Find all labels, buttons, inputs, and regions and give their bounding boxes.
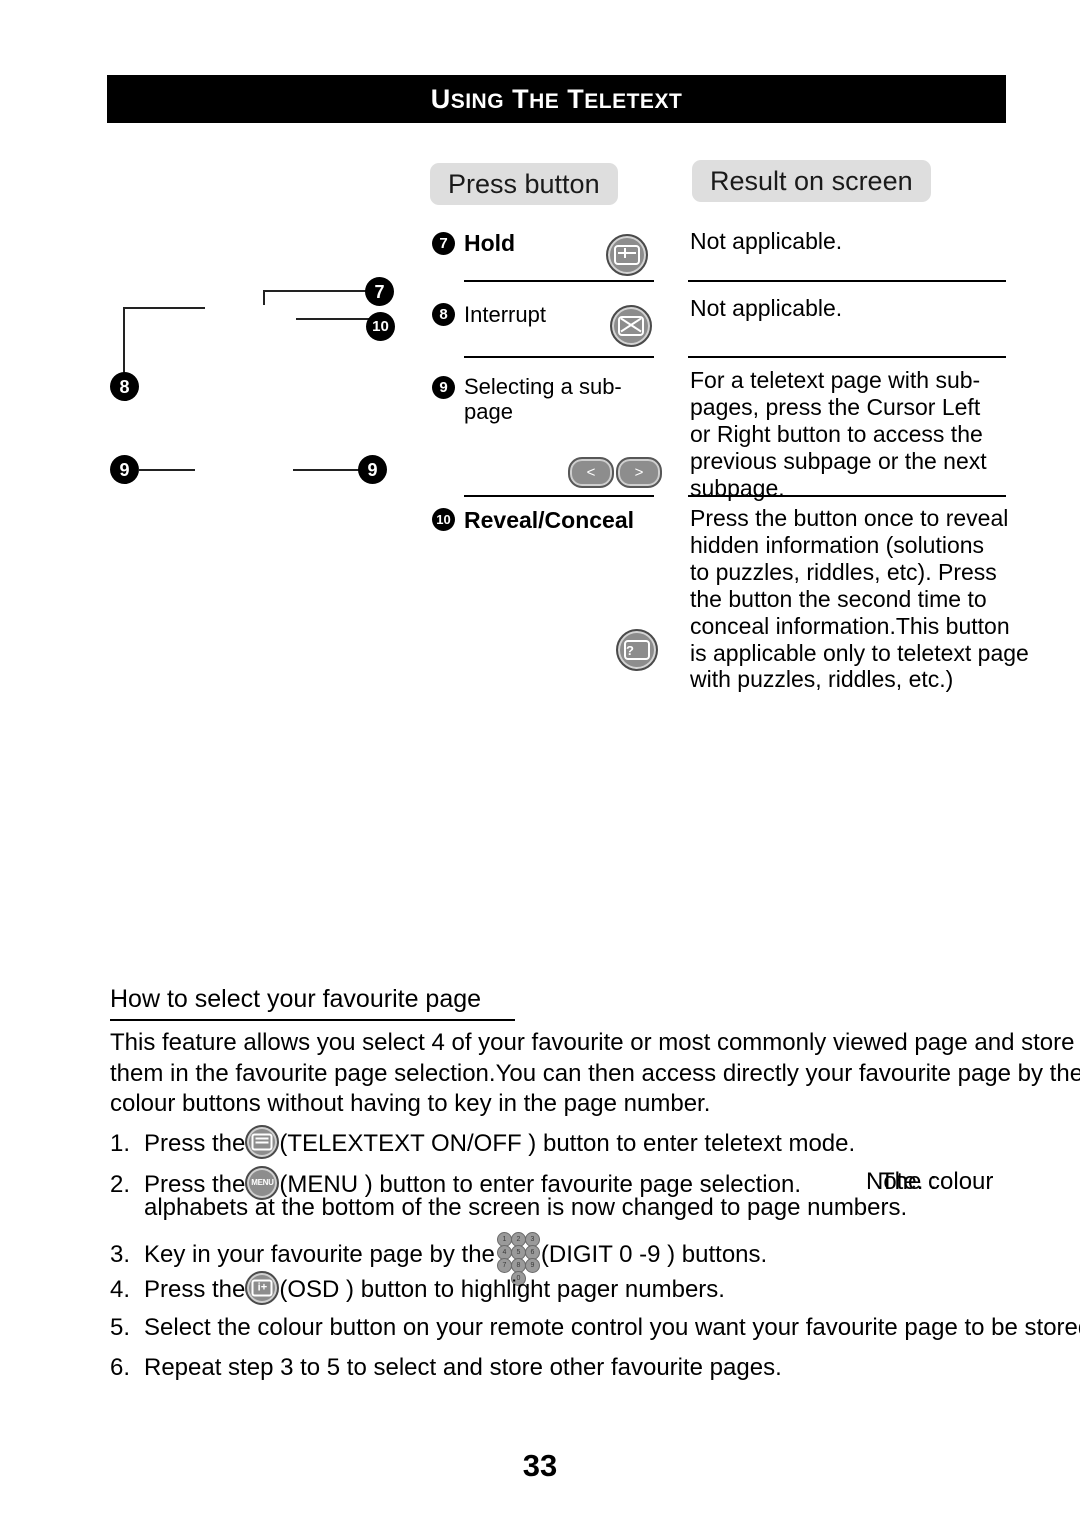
step-3-number: 3. — [110, 1241, 131, 1268]
callout-leader-8-horizontal — [123, 307, 205, 309]
step-1-text-after: (TELEXTEXT ON/OFF ) button to enter tele… — [279, 1130, 856, 1157]
row-divider — [464, 356, 654, 358]
step-4-number: 4. — [110, 1276, 131, 1303]
favourite-section: How to select your favourite page — [110, 985, 1080, 1021]
callout-leader-9-left — [138, 469, 195, 471]
callout-leader-7-tick — [263, 290, 265, 305]
callout-leader-7 — [263, 290, 375, 292]
step-6-number: 6. — [110, 1354, 131, 1381]
step-2-tail-text: The colour — [880, 1168, 994, 1195]
interrupt-icon — [610, 305, 652, 347]
callout-10: 10 — [366, 312, 395, 341]
step-1-text-before: Press the — [144, 1130, 246, 1157]
callout-8: 8 — [110, 372, 139, 401]
step-2-number: 2. — [110, 1171, 131, 1198]
row-index-8: 8 — [432, 303, 455, 326]
row-label-hold: Hold — [464, 230, 516, 256]
step-1-number: 1. — [110, 1130, 131, 1157]
row-index-9: 9 — [432, 376, 455, 399]
row-label-interrupt: Interrupt — [464, 302, 546, 327]
hold-icon — [606, 234, 648, 276]
step-4: 4. Press the i+ (OSD ) button to highlight … — [110, 1271, 725, 1305]
cursor-right-icon: > — [616, 457, 662, 488]
step-3-text-before: Key in your favourite page by the — [144, 1241, 495, 1268]
cursor-left-icon: < — [568, 457, 614, 488]
row-divider — [688, 280, 1006, 282]
page-number: 33 — [522, 1448, 558, 1483]
callout-diagram: 7 10 8 9 9 — [0, 0, 420, 520]
favourite-section-paragraph: This feature allows you select 4 of your… — [110, 1029, 1080, 1118]
row-index-7: 7 — [432, 232, 455, 255]
step-4-text-after: (OSD ) button to highlight pager numbers… — [279, 1276, 725, 1303]
row-label-selecting-subpage: Selecting a sub- page — [464, 374, 622, 425]
row-divider — [464, 280, 654, 282]
row-divider — [688, 356, 1006, 358]
callout-9-left: 9 — [110, 455, 139, 484]
row-result-10: Press the button once to reveal hidden i… — [690, 505, 1029, 693]
callout-leader-9-right — [293, 469, 363, 471]
osd-icon: i+ — [245, 1271, 280, 1305]
step-3-text-after: (DIGIT 0 -9 ) buttons. — [540, 1241, 768, 1268]
step-1: 1. Press the (TELEXTEXT ON/OFF ) button to… — [110, 1125, 855, 1159]
step-5-text: Select the colour button on your remote … — [144, 1314, 1080, 1341]
row-divider — [464, 495, 654, 497]
callout-leader-8-vertical — [123, 307, 125, 375]
step-6: 6. Repeat step 3 to 5 to select and store… — [110, 1352, 782, 1383]
callout-7: 7 — [365, 277, 394, 306]
row-result-7: Not applicable. — [690, 228, 843, 254]
step-4-text-before: Press the — [144, 1276, 246, 1303]
step-6-text: Repeat step 3 to 5 to select and store o… — [144, 1354, 782, 1381]
step-5: 5. Select the colour button on your remot… — [110, 1312, 1080, 1343]
row-index-10: 10 — [432, 508, 455, 531]
row-divider — [688, 495, 1006, 497]
callout-9-right: 9 — [358, 455, 387, 484]
favourite-section-heading: How to select your favourite page — [110, 985, 516, 1021]
row-label-reveal-conceal: Reveal/Conceal — [464, 507, 635, 533]
row-result-9: For a teletext page with sub- pages, pre… — [690, 367, 987, 501]
teletext-on-off-icon — [245, 1125, 280, 1159]
row-result-8: Not applicable. — [690, 295, 843, 321]
reveal-conceal-icon: ? — [616, 629, 658, 671]
step-2-line2: alphabets at the bottom of the screen is… — [144, 1194, 908, 1221]
step-5-number: 5. — [110, 1314, 131, 1341]
